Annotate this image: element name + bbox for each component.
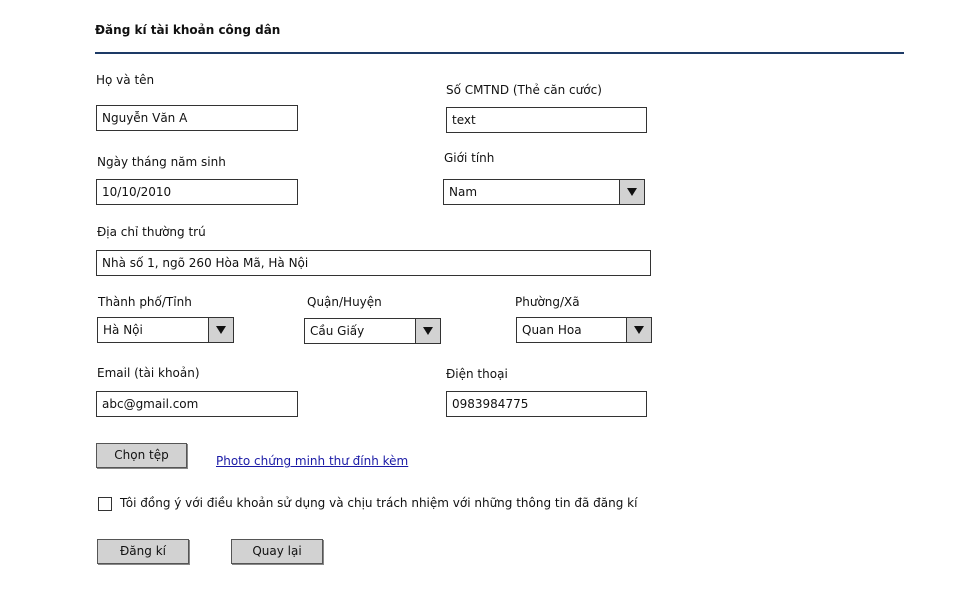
id-number-label: Số CMTND (Thẻ căn cước) — [446, 83, 602, 97]
terms-checkbox[interactable] — [98, 497, 112, 511]
district-value: Cầu Giấy — [310, 324, 365, 338]
ward-select[interactable]: Quan Hoa — [516, 317, 652, 343]
choose-file-button[interactable]: Chọn tệp — [96, 443, 187, 468]
triangle-down-icon — [634, 326, 644, 334]
gender-value: Nam — [449, 185, 478, 199]
city-value: Hà Nội — [103, 323, 143, 337]
full-name-input[interactable]: Nguyễn Văn A — [96, 105, 298, 131]
gender-select[interactable]: Nam — [443, 179, 645, 205]
gender-label: Giới tính — [444, 151, 495, 165]
attachment-link[interactable]: Photo chứng minh thư đính kèm — [216, 454, 408, 468]
email-input[interactable]: abc@gmail.com — [96, 391, 298, 417]
full-name-label: Họ và tên — [96, 73, 155, 87]
district-label: Quận/Huyện — [307, 295, 382, 309]
birth-date-input[interactable]: 10/10/2010 — [96, 179, 298, 205]
title-divider — [95, 52, 904, 54]
dropdown-button[interactable] — [619, 180, 644, 204]
ward-value: Quan Hoa — [522, 323, 582, 337]
email-label: Email (tài khoản) — [97, 366, 200, 380]
terms-label: Tôi đồng ý với điều khoản sử dụng và chị… — [120, 496, 638, 510]
dropdown-button[interactable] — [208, 318, 233, 342]
back-button[interactable]: Quay lại — [231, 539, 323, 564]
district-select[interactable]: Cầu Giấy — [304, 318, 441, 344]
dropdown-button[interactable] — [626, 318, 651, 342]
phone-label: Điện thoại — [446, 367, 508, 381]
city-label: Thành phố/Tỉnh — [98, 295, 192, 309]
address-label: Địa chỉ thường trú — [97, 225, 206, 239]
triangle-down-icon — [627, 188, 637, 196]
page-title: Đăng kí tài khoản công dân — [95, 23, 281, 37]
dropdown-button[interactable] — [415, 319, 440, 343]
triangle-down-icon — [216, 326, 226, 334]
address-input[interactable]: Nhà số 1, ngõ 260 Hòa Mã, Hà Nội — [96, 250, 651, 276]
register-button[interactable]: Đăng kí — [97, 539, 189, 564]
ward-label: Phường/Xã — [515, 295, 580, 309]
triangle-down-icon — [423, 327, 433, 335]
city-select[interactable]: Hà Nội — [97, 317, 234, 343]
phone-input[interactable]: 0983984775 — [446, 391, 647, 417]
birth-date-label: Ngày tháng năm sinh — [97, 155, 226, 169]
id-number-input[interactable]: text — [446, 107, 647, 133]
